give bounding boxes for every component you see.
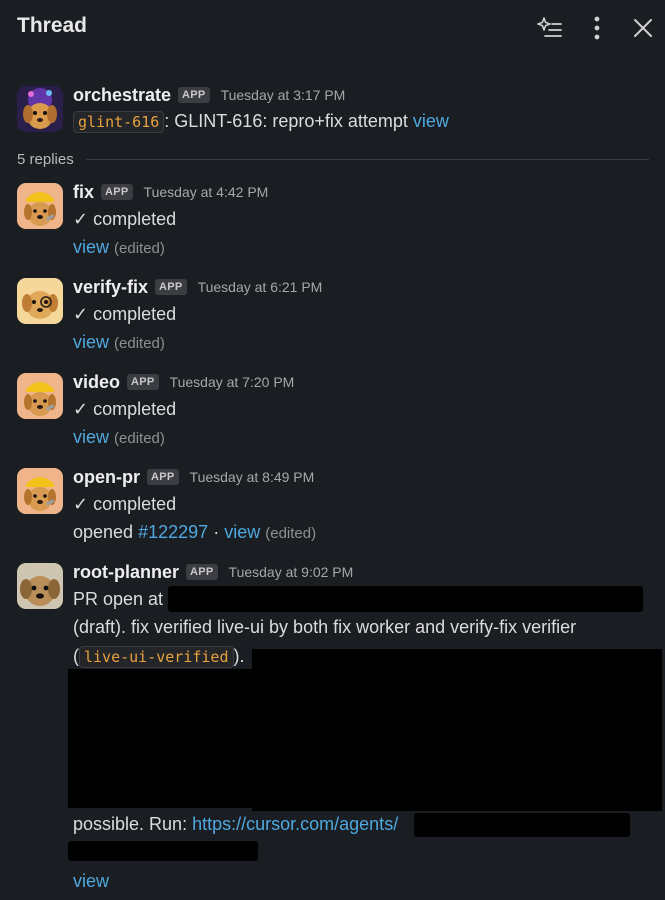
- message-body: : GLINT-616: repro+fix attempt: [164, 111, 408, 131]
- redaction-block: [252, 649, 662, 811]
- message-meta: fix APP Tuesday at 4:42 PM: [73, 181, 268, 203]
- app-badge: APP: [147, 469, 179, 485]
- thread-panel: Thread orchestrate APP Tuesday at 3:17 P…: [0, 0, 665, 900]
- view-link[interactable]: view: [224, 522, 260, 542]
- inline-code-tag: live-ui-verified: [79, 646, 234, 668]
- message-meta: orchestrate APP Tuesday at 3:17 PM: [73, 84, 345, 106]
- timestamp[interactable]: Tuesday at 4:42 PM: [144, 184, 269, 200]
- close-thread-button[interactable]: [628, 13, 658, 43]
- run-link[interactable]: https://cursor.com/agents/: [192, 814, 398, 834]
- message-text: glint-616: GLINT-616: repro+fix attempt …: [73, 111, 449, 133]
- avatar: [17, 468, 63, 514]
- app-badge: APP: [186, 564, 218, 580]
- timestamp[interactable]: Tuesday at 8:49 PM: [190, 469, 315, 485]
- message-links: view: [73, 871, 109, 892]
- more-options-button[interactable]: [582, 13, 612, 43]
- app-badge: APP: [178, 87, 210, 103]
- timestamp[interactable]: Tuesday at 7:20 PM: [170, 374, 295, 390]
- thread-title: Thread: [17, 14, 88, 37]
- sender-name[interactable]: orchestrate: [73, 85, 171, 106]
- reply-count: 5 replies: [17, 150, 74, 168]
- timestamp[interactable]: Tuesday at 9:02 PM: [229, 564, 354, 580]
- avatar: [17, 183, 63, 229]
- sender-name[interactable]: fix: [73, 182, 94, 203]
- view-link[interactable]: view: [413, 111, 449, 131]
- sender-name[interactable]: verify-fix: [73, 277, 148, 298]
- redaction-block: [168, 586, 643, 612]
- edited-label: (edited): [114, 335, 165, 352]
- close-icon: [634, 19, 652, 37]
- inline-code-tag: glint-616: [73, 111, 165, 133]
- divider-line: [85, 158, 649, 160]
- timestamp[interactable]: Tuesday at 3:17 PM: [221, 87, 346, 103]
- app-badge: APP: [127, 374, 159, 390]
- pr-link[interactable]: #122297: [138, 522, 208, 542]
- redaction-block: [414, 813, 630, 837]
- avatar: [17, 86, 63, 132]
- message-meta: video APP Tuesday at 7:20 PM: [73, 371, 294, 393]
- status-text: ✓ completed: [73, 209, 177, 229]
- avatar: [17, 278, 63, 324]
- vertical-dots-icon: [594, 16, 600, 40]
- view-link[interactable]: view: [73, 332, 109, 352]
- thread-header: Thread: [0, 0, 665, 56]
- message-line: PR open at: [73, 589, 164, 609]
- message-meta: root-planner APP Tuesday at 9:02 PM: [73, 561, 353, 583]
- sender-name[interactable]: root-planner: [73, 562, 179, 583]
- message-links: view (edited): [73, 237, 165, 258]
- message-links: view (edited): [73, 427, 165, 448]
- message-line: possible. Run: https://cursor.com/agents…: [73, 814, 398, 835]
- status-text: ✓ completed: [73, 399, 177, 419]
- app-badge: APP: [101, 184, 133, 200]
- message-meta: verify-fix APP Tuesday at 6:21 PM: [73, 276, 322, 298]
- message-line: (live-ui-verified).: [73, 646, 245, 668]
- run-label: possible. Run:: [73, 814, 188, 834]
- view-link[interactable]: view: [73, 871, 109, 891]
- replies-divider: 5 replies: [17, 148, 649, 170]
- sender-name[interactable]: open-pr: [73, 467, 140, 488]
- edited-label: (edited): [114, 240, 165, 257]
- edited-label: (edited): [114, 430, 165, 447]
- timestamp[interactable]: Tuesday at 6:21 PM: [198, 279, 323, 295]
- status-text: ✓ completed: [73, 494, 177, 514]
- ai-summary-button[interactable]: [535, 13, 565, 43]
- app-badge: APP: [155, 279, 187, 295]
- avatar: [17, 563, 63, 609]
- opened-label: opened: [73, 522, 134, 542]
- message-links: opened #122297 · view (edited): [73, 522, 316, 543]
- view-link[interactable]: view: [73, 427, 109, 447]
- sparkle-list-icon: [537, 17, 562, 37]
- avatar: [17, 373, 63, 419]
- status-text: ✓ completed: [73, 304, 177, 324]
- message-links: view (edited): [73, 332, 165, 353]
- paren-close: ).: [233, 646, 245, 666]
- separator-dot: ·: [213, 522, 220, 542]
- message-line: (draft). fix verified live-ui by both fi…: [73, 617, 577, 637]
- sender-name[interactable]: video: [73, 372, 120, 393]
- redaction-block: [68, 841, 258, 861]
- redaction-block: [68, 669, 268, 808]
- message-meta: open-pr APP Tuesday at 8:49 PM: [73, 466, 314, 488]
- edited-label: (edited): [265, 525, 317, 542]
- view-link[interactable]: view: [73, 237, 109, 257]
